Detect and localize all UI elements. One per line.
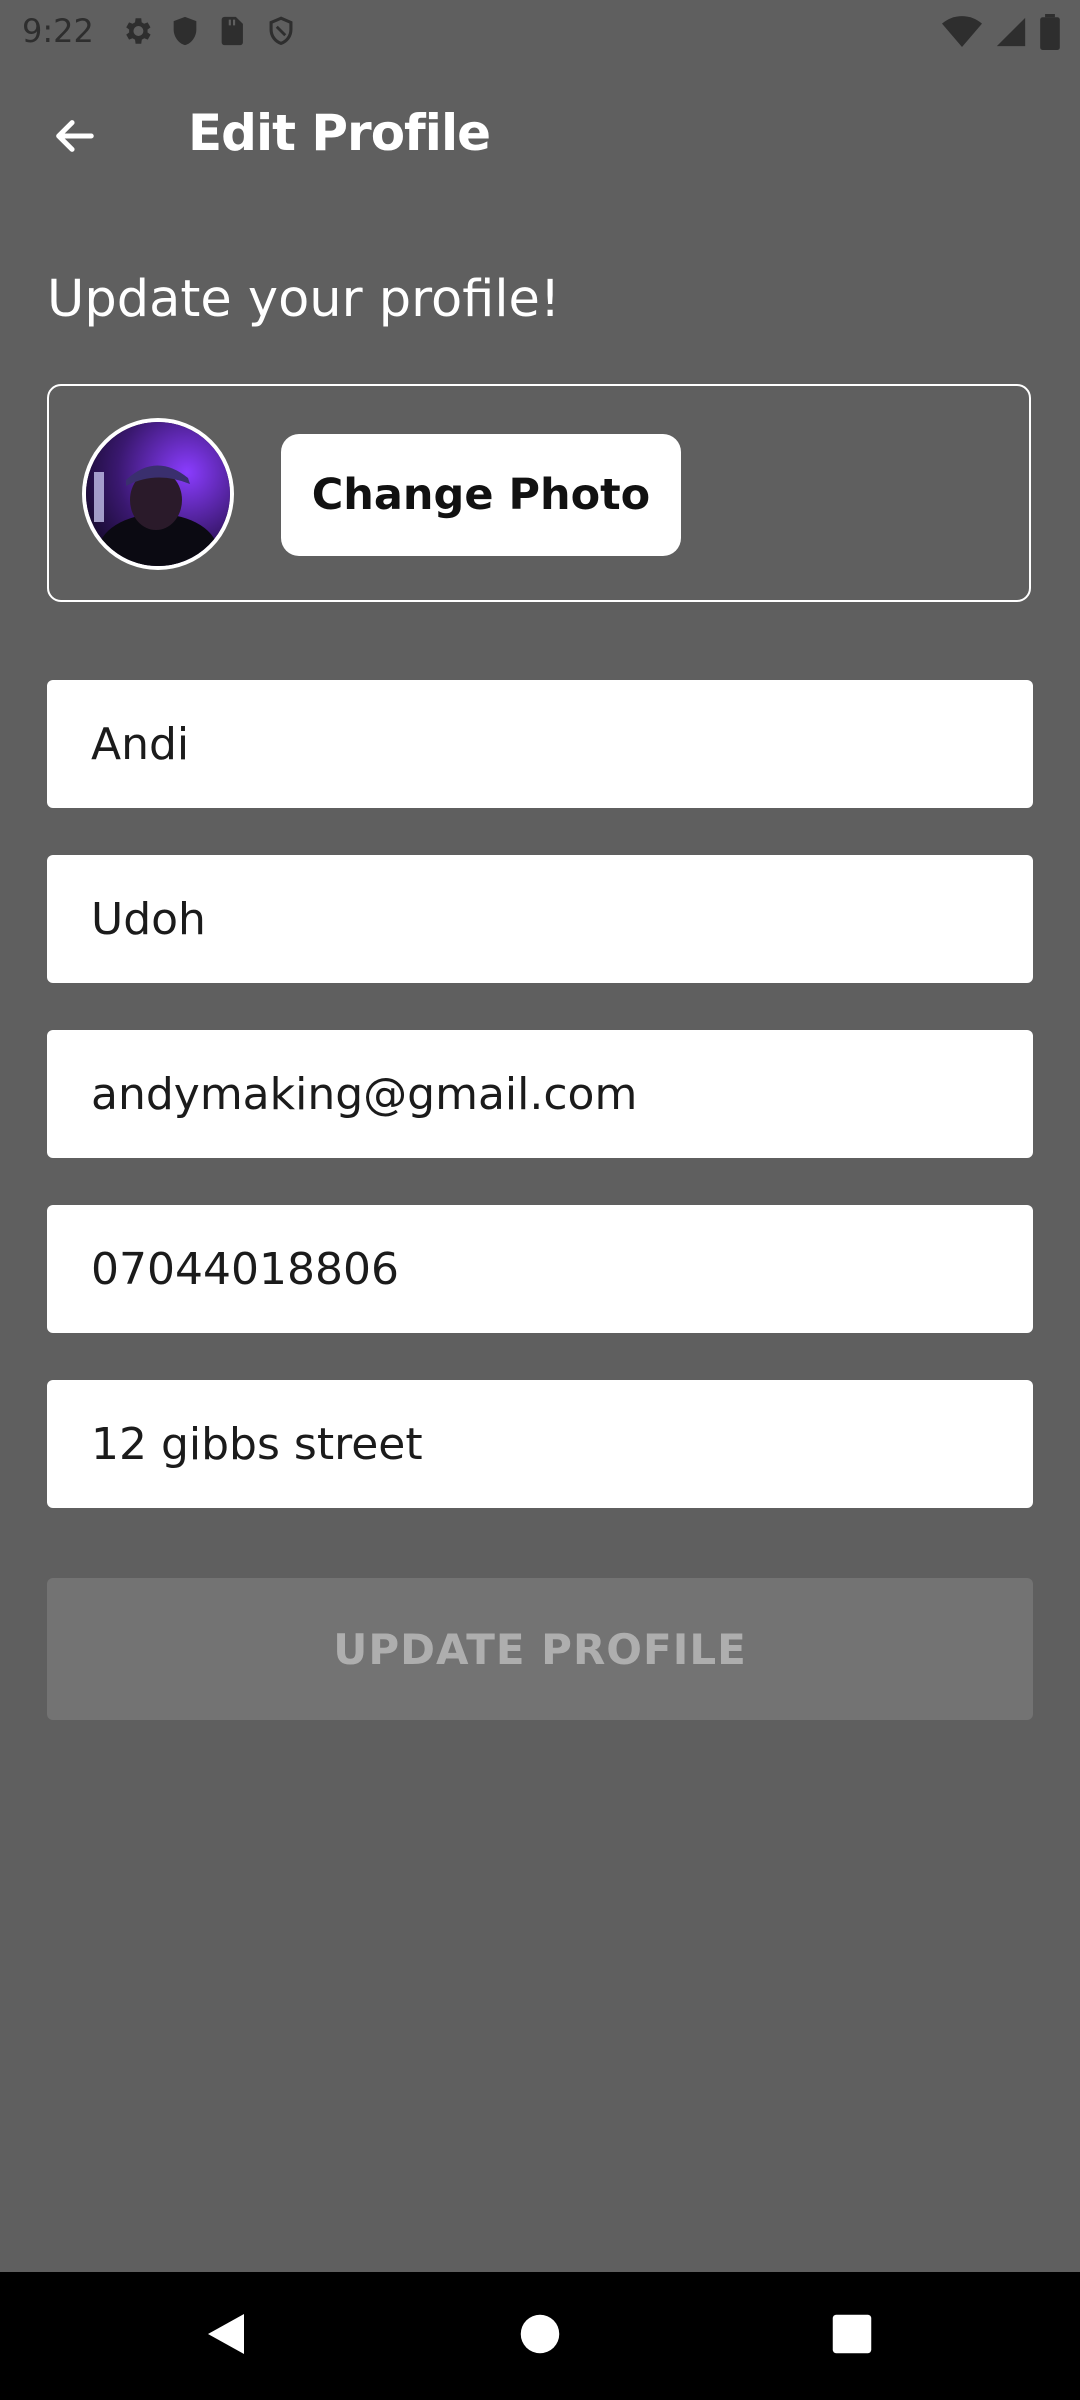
nav-back-icon: [204, 2310, 248, 2362]
arrow-left-icon: [49, 113, 99, 163]
last-name-input[interactable]: [91, 893, 989, 945]
back-button[interactable]: [40, 104, 108, 172]
nav-recents-button[interactable]: [822, 2306, 882, 2366]
photo-card: Change Photo: [47, 384, 1031, 602]
system-nav-bar: [0, 2272, 1080, 2400]
status-icons-right: [942, 14, 1060, 50]
last-name-field[interactable]: [47, 855, 1033, 983]
change-photo-button[interactable]: Change Photo: [281, 434, 681, 556]
shield-outline-icon: [264, 14, 298, 48]
phone-field[interactable]: [47, 1205, 1033, 1333]
nav-back-button[interactable]: [196, 2306, 256, 2366]
shield-icon: [168, 14, 202, 48]
sd-card-icon: [216, 14, 250, 48]
status-bar: 9:22: [0, 0, 1080, 62]
avatar-image: [86, 422, 230, 566]
email-input[interactable]: [91, 1068, 989, 1120]
nav-home-button[interactable]: [510, 2306, 570, 2366]
nav-recents-icon: [831, 2313, 873, 2359]
phone-input[interactable]: [91, 1243, 989, 1295]
first-name-field[interactable]: [47, 680, 1033, 808]
wifi-icon: [942, 15, 982, 49]
avatar[interactable]: [82, 418, 234, 570]
gear-icon: [120, 14, 154, 48]
first-name-input[interactable]: [91, 718, 989, 770]
email-field[interactable]: [47, 1030, 1033, 1158]
nav-home-icon: [519, 2313, 561, 2359]
address-field[interactable]: [47, 1380, 1033, 1508]
page-title: Edit Profile: [188, 104, 491, 162]
update-profile-button[interactable]: UPDATE PROFILE: [47, 1578, 1033, 1720]
address-input[interactable]: [91, 1418, 989, 1470]
battery-icon: [1040, 14, 1060, 50]
status-time: 9:22: [22, 12, 94, 50]
app-bar: Edit Profile: [0, 80, 1080, 190]
signal-icon: [994, 15, 1028, 49]
section-heading: Update your profile!: [47, 270, 561, 329]
status-icons-left: [120, 14, 298, 48]
